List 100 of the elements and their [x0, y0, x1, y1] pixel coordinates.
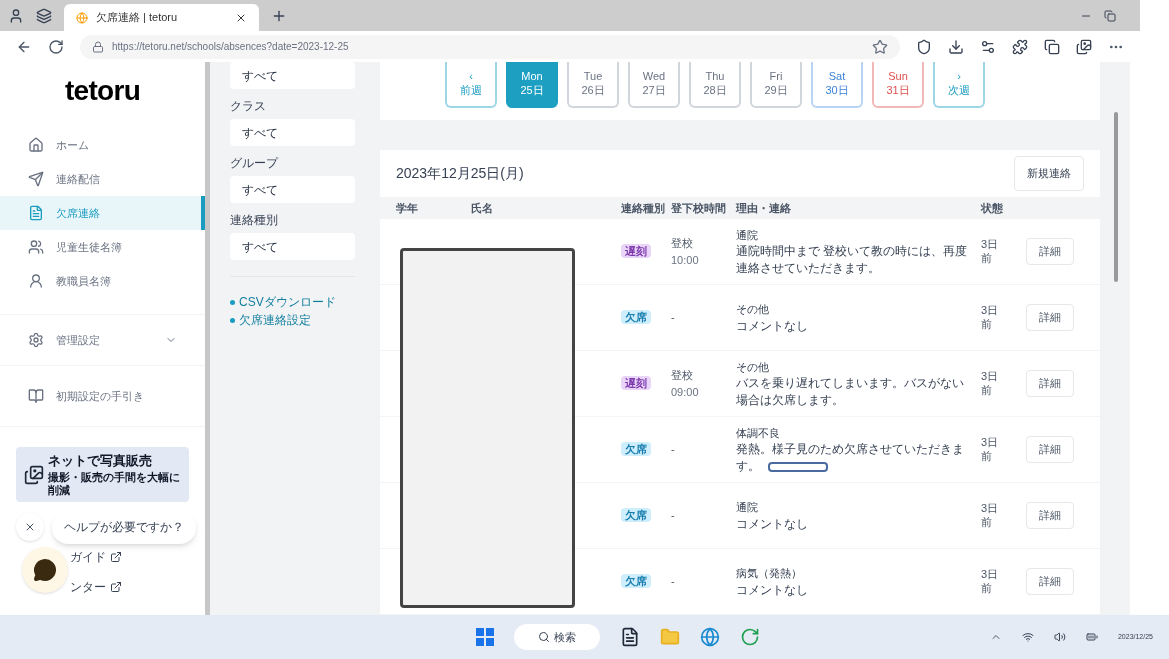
type-badge: 遅刻 [621, 244, 651, 259]
detail-button[interactable]: 詳細 [1026, 304, 1074, 331]
detail-button[interactable]: 詳細 [1026, 568, 1074, 595]
logo[interactable]: tetoru [64, 70, 141, 112]
toolbar-icon[interactable] [916, 38, 932, 55]
bullet-icon [230, 317, 235, 323]
filter-select[interactable]: すべて [230, 119, 355, 146]
sidebar-item[interactable]: 初期設定の手引き [0, 366, 205, 426]
filter-select[interactable]: すべて [230, 62, 355, 89]
taskbar-app-icon[interactable] [620, 627, 640, 647]
settings-icon [28, 332, 44, 348]
nav-icon [28, 205, 44, 221]
time-text: 09:00 [671, 384, 700, 400]
nav-icon [28, 137, 44, 153]
comment-text: 通院時間中まで 登校いて教の時には、再度連絡させていただきます。 [736, 244, 968, 275]
status-text: 3日前 [981, 237, 1000, 266]
close-icon [24, 521, 36, 533]
toolbar-icon[interactable] [1012, 38, 1028, 55]
start-icon[interactable] [476, 628, 494, 646]
status-text: 3日前 [981, 501, 1000, 530]
favorite-icon[interactable] [872, 38, 888, 55]
detail-button[interactable]: 詳細 [1026, 502, 1074, 529]
detail-button[interactable]: 詳細 [1026, 436, 1074, 463]
volume-icon[interactable] [1053, 631, 1066, 643]
sidebar-item[interactable]: 連絡配信 [0, 162, 205, 196]
column-header: 氏名 [471, 200, 494, 216]
address-field[interactable]: https://tetoru.net/schools/absences?date=2023-12-25 [80, 34, 900, 59]
time-text: - [671, 508, 676, 524]
day-button[interactable]: Tue 26日 [567, 62, 619, 108]
browser-tab[interactable]: 欠席連絡 | tetoru [64, 4, 259, 31]
taskbar-search[interactable]: 検索 [514, 624, 600, 650]
toolbar-icon[interactable] [980, 38, 996, 55]
reason-text: 体調不良 [736, 425, 781, 441]
reason-text: 通院 [736, 227, 759, 243]
sidebar-item[interactable]: 教職員名簿 [0, 264, 205, 298]
sync-icon[interactable] [740, 627, 760, 647]
comment-text: コメントなし [736, 582, 808, 597]
chat-button[interactable] [22, 547, 68, 593]
detail-button[interactable]: 詳細 [1026, 370, 1074, 397]
photos-icon [24, 464, 44, 485]
toolbar-icon[interactable] [948, 38, 964, 55]
day-button[interactable]: Wed 27日 [628, 62, 680, 108]
time-text: 登校 [671, 368, 694, 383]
help-bubble[interactable]: ヘルプが必要ですか？ [52, 510, 196, 544]
wifi-icon[interactable] [1021, 631, 1034, 643]
sidebar-item[interactable]: ホーム [0, 128, 205, 162]
book-icon [28, 388, 44, 404]
type-badge: 欠席 [621, 508, 651, 523]
day-button[interactable]: Thu 28日 [689, 62, 741, 108]
profile-icon[interactable] [8, 7, 24, 24]
status-text: 3日前 [981, 435, 1000, 464]
browser-icon[interactable] [700, 627, 720, 647]
restore-icon[interactable] [1104, 9, 1116, 22]
nav-icon [28, 239, 44, 255]
battery-icon[interactable] [1085, 631, 1098, 643]
nav-icon [28, 171, 44, 187]
type-badge: 欠席 [621, 442, 651, 457]
sidebar-link[interactable]: 欠席連絡設定 [239, 311, 311, 329]
lock-icon [92, 40, 104, 53]
day-button[interactable]: Fri 29日 [750, 62, 802, 108]
external-link-icon [110, 551, 122, 563]
sidebar-link[interactable]: CSVダウンロード [239, 293, 336, 311]
chat-icon [33, 558, 57, 582]
comment-text: コメントなし [736, 318, 808, 333]
sidebar-item[interactable]: 児童生徒名簿 [0, 230, 205, 264]
time-text: 登校 [671, 236, 694, 251]
new-contact-button[interactable]: 新規連絡 [1014, 156, 1084, 191]
sidebar-item[interactable]: 管理設定 [0, 315, 205, 365]
column-header: 理由・連絡 [736, 200, 792, 216]
day-button[interactable]: Sun 31日 [872, 62, 924, 108]
reload-icon[interactable] [48, 38, 64, 55]
url-text: https://tetoru.net/schools/absences?date=2023-12-25 [112, 40, 349, 54]
column-header: 登下校時間 [671, 200, 727, 216]
type-badge: 欠席 [621, 574, 651, 589]
time-text: - [671, 310, 676, 326]
column-header: 連絡種別 [621, 200, 666, 216]
filter-select[interactable]: すべて [230, 233, 355, 260]
filter-label: 連絡種別 [230, 212, 279, 229]
type-badge: 欠席 [621, 310, 651, 325]
comment-text: コメントなし [736, 516, 808, 531]
scrollbar[interactable] [1114, 112, 1118, 282]
tab-actions-icon[interactable] [36, 7, 52, 24]
column-header: 学年 [396, 200, 419, 216]
toolbar-icon[interactable] [1044, 38, 1060, 55]
status-text: 3日前 [981, 303, 1000, 332]
photo-sale-banner[interactable]: ネットで写真販売 撮影・販売の手間を大幅に削減 [16, 447, 189, 502]
comment-text: バスを乗り遅れてしまいます。バスがない場合は欠席します。 [736, 376, 964, 407]
bullet-icon [230, 299, 235, 305]
favicon-icon [76, 11, 88, 24]
help-link[interactable]: ンター [70, 578, 106, 596]
banner-subtitle: 撮影・販売の手間を大幅に削減 [48, 470, 181, 498]
filter-select[interactable]: すべて [230, 176, 355, 203]
status-text: 3日前 [981, 567, 1000, 596]
reason-text: 通院 [736, 500, 759, 515]
detail-button[interactable]: 詳細 [1026, 238, 1074, 265]
toolbar-icon[interactable] [1076, 38, 1092, 55]
column-header: 状態 [981, 200, 1004, 216]
help-link[interactable]: ガイド [70, 548, 106, 566]
reason-text: 病気（発熱） [736, 566, 803, 581]
day-button[interactable]: Sat 30日 [811, 62, 863, 108]
